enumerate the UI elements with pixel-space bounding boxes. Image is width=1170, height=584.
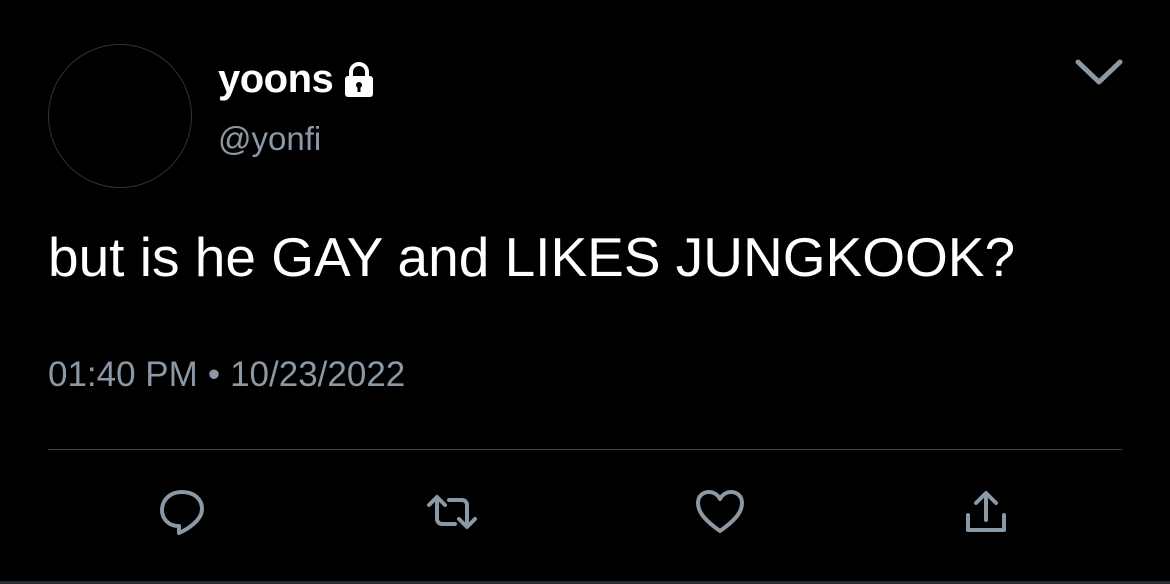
reply-button[interactable] bbox=[152, 484, 212, 544]
tweet-text: but is he GAY and LIKES JUNGKOOK? bbox=[48, 226, 1016, 288]
upload-arrow-icon bbox=[959, 485, 1013, 544]
separator-dot: • bbox=[207, 355, 221, 394]
share-button[interactable] bbox=[956, 484, 1016, 544]
tweet-time: 01:40 PM bbox=[48, 355, 198, 394]
lock-icon bbox=[339, 59, 379, 99]
like-button[interactable] bbox=[690, 484, 750, 544]
user-handle[interactable]: @yonfi bbox=[218, 120, 321, 158]
avatar[interactable] bbox=[48, 44, 192, 188]
retweet-button[interactable] bbox=[422, 484, 482, 544]
action-bar bbox=[0, 484, 1170, 544]
divider bbox=[48, 449, 1122, 450]
display-name[interactable]: yoons bbox=[218, 56, 334, 102]
author-name-row: yoons bbox=[218, 56, 379, 102]
heart-icon bbox=[693, 485, 747, 544]
speech-bubble-icon bbox=[155, 485, 209, 544]
tweet-date: 10/23/2022 bbox=[230, 355, 406, 394]
more-options-chevron-down-icon[interactable] bbox=[1072, 56, 1126, 88]
timestamp[interactable]: 01:40 PM • 10/23/2022 bbox=[48, 354, 405, 396]
retweet-arrows-icon bbox=[425, 485, 479, 544]
